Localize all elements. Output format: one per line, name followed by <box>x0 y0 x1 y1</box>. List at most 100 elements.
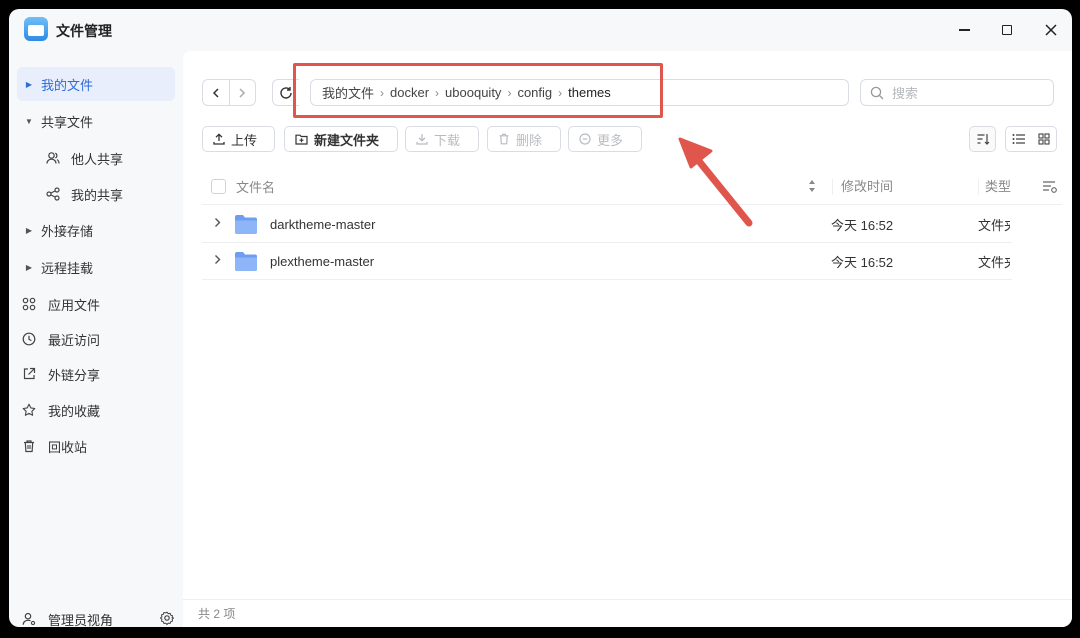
sidebar-item-label: 我的收藏 <box>48 403 101 419</box>
sidebar-item-my-shares[interactable]: 我的共享 <box>17 177 175 211</box>
sidebar-item-remote-mount[interactable]: ▶ 远程挂载 <box>17 250 175 284</box>
breadcrumb-separator-icon: › <box>435 85 440 100</box>
trash-icon <box>499 133 509 145</box>
sidebar-item-label: 我的共享 <box>71 187 124 203</box>
sidebar-item-label: 我的文件 <box>41 77 94 93</box>
sidebar-item-external-links[interactable]: 外链分享 <box>17 357 175 391</box>
status-bar: 共 2 项 <box>183 599 1072 627</box>
breadcrumb-item[interactable]: 我的文件 <box>322 83 374 102</box>
breadcrumb[interactable]: 我的文件 › docker › ubooquity › config › the… <box>310 79 849 106</box>
chevron-right-icon[interactable] <box>214 254 221 268</box>
file-type: 文件夹 <box>978 217 1010 233</box>
item-count: 共 2 项 <box>198 607 236 621</box>
sidebar-item-external-storage[interactable]: ▶ 外接存储 <box>17 213 175 247</box>
sidebar-item-label: 最近访问 <box>48 332 101 348</box>
apps-icon <box>17 297 41 311</box>
delete-button[interactable]: 删除 <box>487 126 561 152</box>
titlebar: 文件管理 <box>9 9 1072 51</box>
column-header-modified[interactable]: 修改时间 <box>832 178 893 195</box>
sidebar-item-label: 外链分享 <box>48 367 101 383</box>
column-settings-icon[interactable] <box>1042 180 1058 197</box>
file-name: darktheme-master <box>270 216 376 232</box>
admin-view-label: 管理员视角 <box>48 612 114 628</box>
sidebar-item-app-files[interactable]: 应用文件 <box>17 287 175 321</box>
sidebar-item-label: 远程挂载 <box>41 260 94 276</box>
more-button[interactable]: 更多 <box>568 126 642 152</box>
column-header-name[interactable]: 文件名 <box>236 177 275 196</box>
new-folder-button[interactable]: 新建文件夹 <box>284 126 398 152</box>
upload-label: 上传 <box>231 132 258 148</box>
caret-down-icon: ▼ <box>25 116 33 126</box>
grid-view-button[interactable] <box>1031 127 1056 151</box>
maximize-button[interactable] <box>996 19 1018 41</box>
chevron-right-icon[interactable] <box>214 217 221 231</box>
file-modified: 今天 16:52 <box>831 254 894 270</box>
sort-toggle-icon[interactable] <box>808 179 816 196</box>
download-label: 下载 <box>434 132 461 148</box>
users-icon <box>41 151 65 165</box>
sidebar-item-my-files[interactable]: ▶ 我的文件 <box>17 67 175 101</box>
trash-icon <box>17 439 41 453</box>
close-button[interactable] <box>1040 19 1062 41</box>
sidebar-item-label: 应用文件 <box>48 297 101 313</box>
sidebar-item-label: 他人共享 <box>71 151 124 167</box>
file-manager-app-icon <box>24 17 48 41</box>
share-icon <box>41 187 65 201</box>
table-row[interactable]: darktheme-master 今天 16:52 文件夹 <box>202 206 1012 243</box>
breadcrumb-item[interactable]: config <box>517 85 552 100</box>
file-modified: 今天 16:52 <box>831 217 894 233</box>
sidebar-item-trash[interactable]: 回收站 <box>17 429 175 463</box>
select-all-checkbox[interactable] <box>211 179 226 194</box>
breadcrumb-current[interactable]: themes <box>568 85 611 100</box>
gear-icon[interactable] <box>159 611 175 627</box>
user-admin-icon <box>17 612 41 626</box>
breadcrumb-item[interactable]: docker <box>390 85 429 100</box>
caret-right-icon: ▶ <box>25 79 33 89</box>
close-icon <box>1045 24 1057 36</box>
app-title: 文件管理 <box>56 23 112 39</box>
sort-icon <box>977 134 989 145</box>
search-placeholder: 搜索 <box>892 86 919 101</box>
admin-view-toggle[interactable]: 管理员视角 <box>17 603 175 627</box>
maximize-icon <box>1002 25 1012 35</box>
search-input[interactable]: 搜索 <box>860 79 1054 106</box>
folder-icon <box>234 251 258 275</box>
minimize-button[interactable] <box>953 19 975 41</box>
clock-icon <box>17 332 41 346</box>
upload-button[interactable]: 上传 <box>202 126 275 152</box>
chevron-right-icon <box>239 87 246 98</box>
table-header: 文件名 修改时间 类型 <box>202 169 1062 205</box>
caret-right-icon: ▶ <box>25 225 33 235</box>
file-name: plextheme-master <box>270 253 375 269</box>
column-header-type[interactable]: 类型 <box>978 178 1011 195</box>
external-link-icon <box>17 367 41 381</box>
new-folder-label: 新建文件夹 <box>314 132 380 148</box>
list-view-icon <box>1012 134 1025 144</box>
forward-button[interactable] <box>228 80 255 105</box>
sort-button[interactable] <box>969 126 996 152</box>
sidebar-item-recent[interactable]: 最近访问 <box>17 322 175 356</box>
breadcrumb-item[interactable]: ubooquity <box>445 85 501 100</box>
list-view-button[interactable] <box>1006 127 1031 151</box>
search-icon <box>870 86 884 99</box>
sidebar: ▶ 我的文件 ▼ 共享文件 他人共享 我的共享 ▶ 外接存储 ▶ 远程挂载 应用… <box>9 51 183 627</box>
sidebar-item-label: 回收站 <box>48 439 88 455</box>
refresh-button[interactable] <box>272 79 299 106</box>
back-button[interactable] <box>203 80 229 105</box>
breadcrumb-separator-icon: › <box>507 85 512 100</box>
main-panel: 我的文件 › docker › ubooquity › config › the… <box>183 51 1072 627</box>
table-row[interactable]: plextheme-master 今天 16:52 文件夹 <box>202 243 1012 280</box>
sidebar-item-favorites[interactable]: 我的收藏 <box>17 393 175 427</box>
sidebar-item-shared-files[interactable]: ▼ 共享文件 <box>17 104 175 138</box>
delete-label: 删除 <box>516 132 543 148</box>
grid-view-icon <box>1037 133 1050 145</box>
refresh-icon <box>280 86 292 99</box>
download-icon <box>416 134 428 145</box>
minimize-icon <box>958 29 970 31</box>
sidebar-item-shared-with-me[interactable]: 他人共享 <box>17 141 175 175</box>
history-nav <box>202 79 256 106</box>
star-icon <box>17 403 41 417</box>
folder-icon <box>234 214 258 238</box>
sidebar-item-label: 共享文件 <box>41 114 94 130</box>
download-button[interactable]: 下载 <box>405 126 479 152</box>
